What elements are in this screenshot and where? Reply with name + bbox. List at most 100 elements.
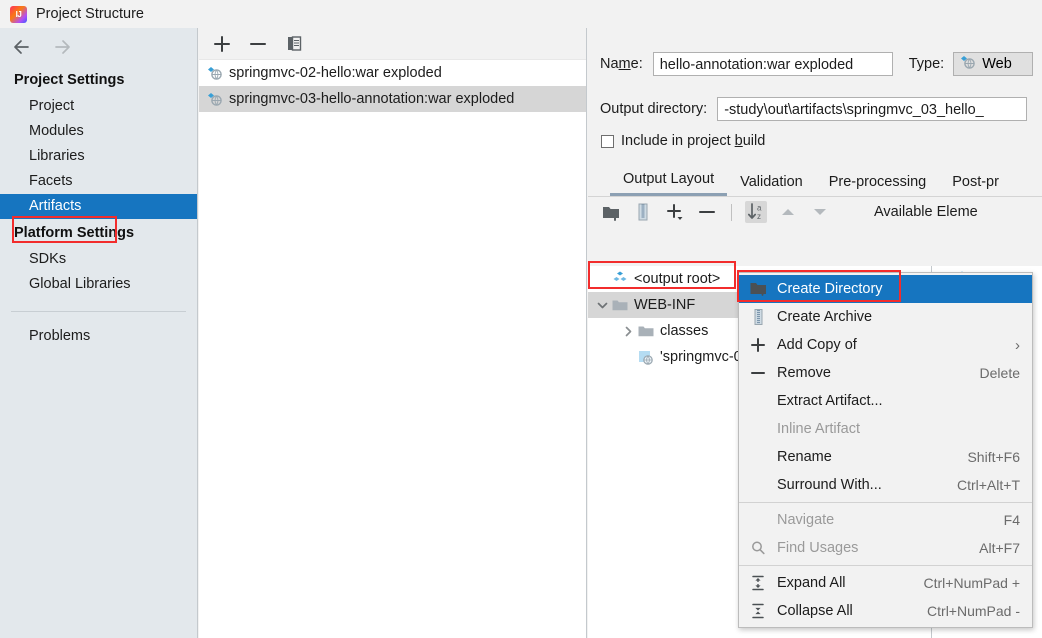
chevron-right-icon[interactable]: [620, 323, 637, 340]
collapse-all-icon: [749, 602, 769, 620]
artifact-name-input[interactable]: hello-annotation:war exploded: [652, 52, 893, 76]
menu-item-collapse-all[interactable]: Collapse All Ctrl+NumPad -: [739, 597, 1032, 625]
sidebar-item-artifacts[interactable]: Artifacts: [0, 194, 197, 219]
twisty-placeholder: [594, 271, 611, 288]
artifacts-list: springmvc-02-hello:war exploded springmv…: [199, 60, 586, 112]
window-title: Project Structure: [36, 6, 144, 22]
menu-item-create-directory[interactable]: Create Directory: [739, 275, 1032, 303]
blank-icon: [749, 476, 769, 494]
menu-item-expand-all[interactable]: Expand All Ctrl+NumPad +: [739, 569, 1032, 597]
menu-item-accel: Ctrl+Alt+T: [956, 477, 1020, 493]
minus-icon[interactable]: [696, 201, 718, 223]
sidebar-item-project[interactable]: Project: [0, 94, 197, 119]
output-directory-label: Output directory:: [600, 101, 708, 117]
menu-separator: [739, 565, 1032, 566]
expand-all-icon: [749, 574, 769, 592]
menu-item-label: Expand All: [777, 575, 846, 591]
tab-post-processing[interactable]: Post-pr: [939, 174, 1012, 196]
menu-item-navigate: Navigate F4: [739, 506, 1032, 534]
blank-icon: [749, 448, 769, 466]
menu-item-surround-with[interactable]: Surround With... Ctrl+Alt+T: [739, 471, 1032, 499]
output-directory-row: Output directory: -study\out\artifacts\s…: [588, 92, 1042, 126]
archive-icon: [749, 308, 769, 326]
menu-item-label: Remove: [777, 365, 831, 381]
menu-item-label: Add Copy of: [777, 337, 857, 353]
menu-item-label: Surround With...: [777, 477, 882, 493]
available-elements-title: Available Eleme: [874, 204, 978, 220]
sidebar-item-sdks[interactable]: SDKs: [0, 247, 197, 272]
sort-az-icon[interactable]: a z: [745, 201, 767, 223]
tree-node-label: <output root>: [634, 271, 721, 287]
menu-item-remove[interactable]: Remove Delete: [739, 359, 1032, 387]
artifact-type-select[interactable]: Web: [953, 52, 1034, 76]
sidebar-item-facets[interactable]: Facets: [0, 169, 197, 194]
sidebar-nav-arrows: [0, 28, 197, 66]
include-in-build-label: Include in project build: [621, 133, 766, 149]
sidebar-item-global-libraries[interactable]: Global Libraries: [0, 272, 197, 297]
chevron-right-icon: ›: [1015, 336, 1020, 354]
tab-validation[interactable]: Validation: [727, 174, 816, 196]
tab-pre-processing[interactable]: Pre-processing: [816, 174, 940, 196]
project-structure-dialog: Project Structure Project Settings Proje…: [0, 0, 1042, 638]
folder-icon: [611, 297, 629, 313]
menu-item-accel: Delete: [979, 365, 1020, 381]
new-folder-icon[interactable]: [600, 201, 622, 223]
menu-item-accel: Ctrl+NumPad -: [927, 603, 1020, 619]
tree-node-label: classes: [660, 323, 709, 339]
name-type-row: Name: hello-annotation:war exploded Type…: [588, 46, 1042, 82]
arrow-up-icon[interactable]: [777, 201, 799, 223]
menu-item-label: Collapse All: [777, 603, 853, 619]
tree-node-label: 'springmvc-03: [660, 349, 750, 365]
menu-item-label: Create Directory: [777, 281, 883, 297]
sidebar-item-libraries[interactable]: Libraries: [0, 144, 197, 169]
menu-item-add-copy-of[interactable]: Add Copy of ›: [739, 331, 1032, 359]
new-folder-icon: [749, 280, 769, 298]
menu-item-accel: Ctrl+NumPad +: [923, 575, 1020, 591]
menu-item-accel: Alt+F7: [979, 540, 1020, 556]
arrow-right-icon[interactable]: [51, 36, 73, 58]
list-item[interactable]: springmvc-02-hello:war exploded: [199, 60, 586, 86]
list-item-label: springmvc-03-hello-annotation:war explod…: [229, 91, 515, 107]
menu-item-find-usages: Find Usages Alt+F7: [739, 534, 1032, 562]
blank-icon: [749, 420, 769, 438]
menu-item-rename[interactable]: Rename Shift+F6: [739, 443, 1032, 471]
web-artifact-icon: [206, 91, 224, 107]
arrow-left-icon[interactable]: [11, 36, 33, 58]
menu-item-label: Extract Artifact...: [777, 393, 883, 409]
menu-item-extract-artifact[interactable]: Extract Artifact...: [739, 387, 1032, 415]
chevron-down-icon[interactable]: [594, 297, 611, 314]
detail-tabs: Output Layout Validation Pre-processing …: [588, 166, 1042, 197]
search-icon: [749, 539, 769, 557]
minus-icon[interactable]: [247, 33, 269, 55]
type-label: Type:: [908, 56, 945, 72]
menu-item-label: Create Archive: [777, 309, 873, 325]
menu-item-create-archive[interactable]: Create Archive: [739, 303, 1032, 331]
output-layout-toolbar: a z Available Eleme: [588, 197, 1042, 227]
intellij-idea-logo-icon: [10, 5, 27, 23]
settings-sidebar: Project Settings Project Modules Librari…: [0, 28, 198, 638]
arrow-down-icon[interactable]: [809, 201, 831, 223]
blank-icon: [749, 392, 769, 410]
window-titlebar: Project Structure: [0, 0, 1042, 28]
plus-icon: [749, 336, 769, 354]
sidebar-item-problems[interactable]: Problems: [0, 324, 197, 349]
artifact-type-value: Web: [982, 56, 1012, 72]
copy-icon[interactable]: [283, 33, 305, 55]
output-layout-context-menu: Create Directory Create Archive Add Copy…: [738, 272, 1033, 628]
sidebar-item-modules[interactable]: Modules: [0, 119, 197, 144]
svg-text:z: z: [757, 212, 761, 221]
output-directory-input[interactable]: -study\out\artifacts\springmvc_03_hello_: [717, 97, 1028, 121]
plus-dropdown-icon[interactable]: [664, 201, 686, 223]
plus-icon[interactable]: [211, 33, 233, 55]
artifacts-list-toolbar: [199, 28, 586, 60]
list-item[interactable]: springmvc-03-hello-annotation:war explod…: [199, 86, 586, 112]
sidebar-section-platform-settings: Platform Settings: [14, 225, 135, 241]
include-in-build-checkbox[interactable]: [601, 134, 614, 148]
archive-icon[interactable]: [632, 201, 654, 223]
menu-item-label: Find Usages: [777, 540, 859, 556]
menu-item-label: Inline Artifact: [777, 421, 861, 437]
menu-item-accel: F4: [1003, 512, 1020, 528]
tab-output-layout[interactable]: Output Layout: [610, 171, 728, 196]
menu-item-inline-artifact: Inline Artifact: [739, 415, 1032, 443]
include-in-build-row[interactable]: Include in project build: [588, 126, 1042, 156]
